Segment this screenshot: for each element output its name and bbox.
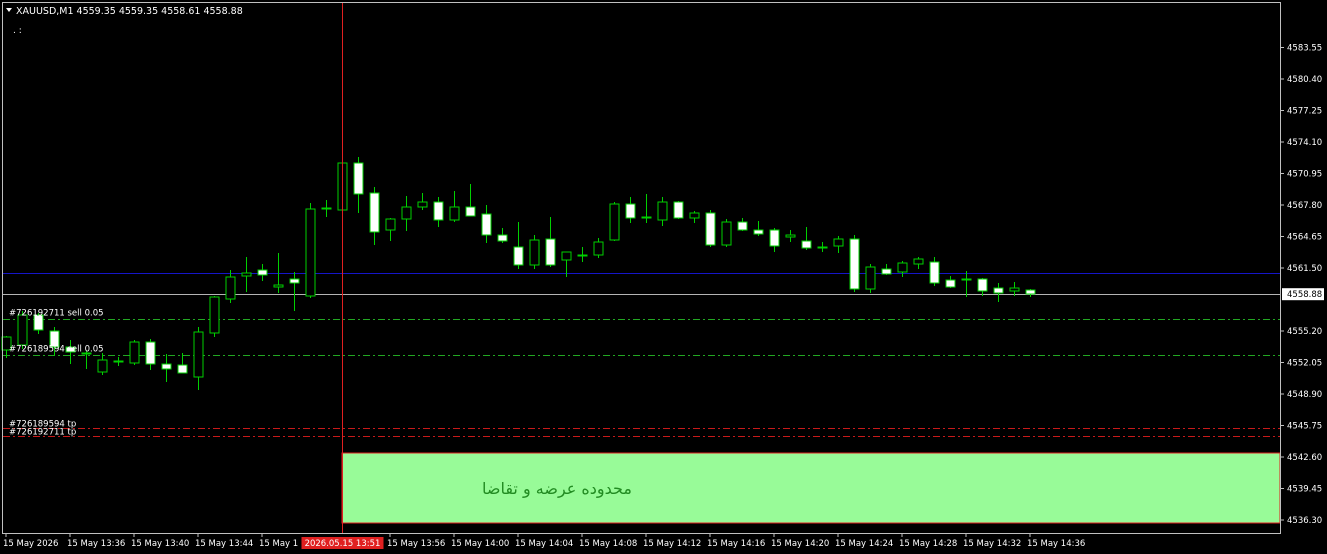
x-tick-label: 15 May 13:36 xyxy=(67,539,125,549)
y-tick-label: 4564.65 xyxy=(1287,233,1322,243)
y-tick-label: 4561.50 xyxy=(1287,264,1322,274)
candle-body xyxy=(497,234,508,242)
x-tick-label: 15 May 14:12 xyxy=(643,539,701,549)
candle-body xyxy=(657,201,668,221)
y-tick-label: 4574.10 xyxy=(1287,138,1322,148)
y-tick-label: 4583.55 xyxy=(1287,44,1322,54)
candle-body xyxy=(625,203,636,219)
candle-body xyxy=(689,212,700,219)
y-tick-label: 4536.30 xyxy=(1287,516,1322,526)
candle-body xyxy=(801,240,812,249)
y-tick-label: 4580.40 xyxy=(1287,75,1322,85)
candle-body xyxy=(593,241,604,256)
candle-body xyxy=(17,314,28,346)
x-tick-label: 15 May 14:04 xyxy=(515,539,573,549)
candle-body xyxy=(193,331,204,378)
candle-body xyxy=(513,246,524,266)
y-tick-label: 4548.90 xyxy=(1287,390,1322,400)
x-tick-label: 15 May 1 xyxy=(259,539,298,549)
candle-body xyxy=(785,234,796,238)
candle-body xyxy=(113,360,124,363)
x-tick-label: 15 May 14:00 xyxy=(451,539,509,549)
crosshair-time-label: 2026.05.15 13:51 xyxy=(305,539,381,549)
candle-body xyxy=(961,278,972,281)
y-tick-label: 4552.05 xyxy=(1287,359,1322,369)
candle-body xyxy=(401,206,412,220)
candle-body xyxy=(881,268,892,275)
candle-body xyxy=(433,201,444,221)
x-tick-label: 15 May 14:36 xyxy=(1027,539,1085,549)
candle-body xyxy=(769,229,780,247)
candle-body xyxy=(913,258,924,265)
candle-body xyxy=(529,239,540,266)
candle-body xyxy=(449,206,460,221)
candle-body xyxy=(609,203,620,241)
x-tick-label: 15 May 14:08 xyxy=(579,539,637,549)
candle-body xyxy=(705,212,716,246)
x-tick-label: 15 May 14:24 xyxy=(835,539,893,549)
candle-body xyxy=(481,213,492,236)
x-tick-label: 15 May 13:40 xyxy=(131,539,189,549)
y-tick-label: 4570.95 xyxy=(1287,170,1322,180)
candle-body xyxy=(385,218,396,231)
symbol-info: XAUUSD,M1 4559.35 4559.35 4558.61 4558.8… xyxy=(16,6,243,17)
candle-body xyxy=(737,221,748,231)
y-tick-label: 4542.60 xyxy=(1287,453,1322,463)
candle-body xyxy=(465,206,476,217)
y-tick-label: 4567.80 xyxy=(1287,201,1322,211)
indicator-dots: . : xyxy=(13,26,22,36)
x-tick-label: 15 May 13:56 xyxy=(387,539,445,549)
candle-body xyxy=(817,246,828,249)
candle-body xyxy=(257,269,268,276)
candle-body xyxy=(929,261,940,284)
candle-body xyxy=(849,238,860,290)
order-label: #726189594 sell 0.05 xyxy=(9,345,104,355)
candle-body xyxy=(721,221,732,246)
candle-body xyxy=(945,279,956,288)
candle-body xyxy=(225,276,236,300)
candle-body xyxy=(161,363,172,370)
candle-body xyxy=(1009,287,1020,292)
candle-body xyxy=(97,359,108,373)
candle-body xyxy=(577,254,588,257)
candle-body xyxy=(145,341,156,365)
x-tick-label: 15 May 14:20 xyxy=(771,539,829,549)
candle-body xyxy=(289,278,300,284)
candle-body xyxy=(369,192,380,233)
order-label: #726192711 tp xyxy=(9,428,76,438)
candle-body xyxy=(1025,289,1036,295)
candle-body xyxy=(321,207,332,210)
candle-body xyxy=(209,296,220,334)
candle-body xyxy=(273,284,284,288)
candle-body xyxy=(753,229,764,235)
x-tick-label: 15 May 2026 xyxy=(3,539,58,549)
x-tick-label: 15 May 14:16 xyxy=(707,539,765,549)
y-tick-label: 4545.75 xyxy=(1287,422,1322,432)
price-chart[interactable]: محدوده عرضه و تقاضا #726192711 sell 0.05… xyxy=(0,0,1327,554)
x-tick-label: 15 May 14:28 xyxy=(899,539,957,549)
candle-body xyxy=(673,201,684,219)
candle-body xyxy=(417,201,428,208)
order-label: #726192711 sell 0.05 xyxy=(9,309,104,319)
y-tick-label: 4539.45 xyxy=(1287,485,1322,495)
candle-body xyxy=(641,216,652,219)
candle-body xyxy=(305,208,316,297)
x-tick-label: 15 May 14:32 xyxy=(963,539,1021,549)
candle-body xyxy=(865,266,876,290)
candle-body xyxy=(977,278,988,292)
candle-body xyxy=(177,364,188,374)
zone-label: محدوده عرضه و تقاضا xyxy=(482,479,632,499)
y-tick-label: 4555.20 xyxy=(1287,327,1322,337)
candle-body xyxy=(129,341,140,364)
current-price-label: 4558.88 xyxy=(1287,290,1322,300)
candle-body xyxy=(561,251,572,261)
candle-body xyxy=(897,262,908,273)
candle-body xyxy=(353,162,364,195)
candle-body xyxy=(241,272,252,277)
candle-body xyxy=(833,238,844,247)
candle-body xyxy=(545,238,556,266)
x-tick-label: 15 May 13:44 xyxy=(195,539,253,549)
candle-body xyxy=(993,287,1004,294)
y-tick-label: 4577.25 xyxy=(1287,107,1322,117)
